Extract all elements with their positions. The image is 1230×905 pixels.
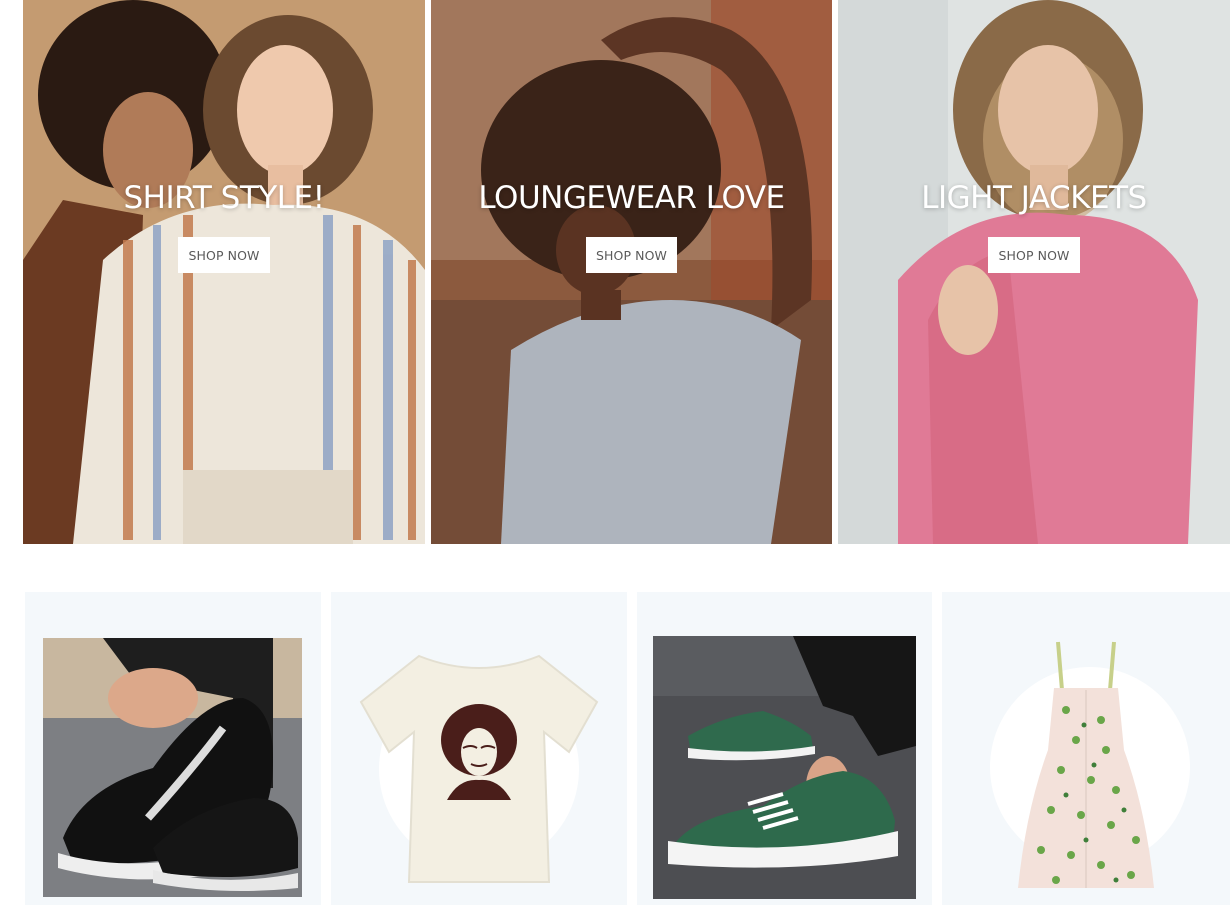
banner-title: SHIRT STYLE!	[123, 180, 325, 216]
shop-now-button[interactable]: SHOP NOW	[988, 237, 1080, 273]
product-image-floral-dress[interactable]	[1016, 640, 1156, 892]
banner-title: LOUNGEWEAR LOVE	[478, 180, 785, 216]
banner-title: LIGHT JACKETS	[921, 180, 1147, 216]
product-card-green-sneakers[interactable]	[637, 592, 932, 905]
banner-shirt-style[interactable]: SHIRT STYLE! SHOP NOW	[23, 0, 425, 544]
banner-light-jackets[interactable]: LIGHT JACKETS SHOP NOW	[838, 0, 1230, 544]
product-image-green-sneakers[interactable]	[653, 636, 916, 899]
product-card-floral-dress[interactable]	[942, 592, 1230, 905]
product-image-graphic-tshirt[interactable]	[359, 652, 599, 884]
product-card-graphic-tshirt[interactable]	[331, 592, 627, 905]
shop-now-button[interactable]: SHOP NOW	[178, 237, 270, 273]
banner-overlay: LOUNGEWEAR LOVE SHOP NOW	[431, 178, 832, 273]
page: SHIRT STYLE! SHOP NOW LOUNGEWEAR LOVE SH…	[0, 0, 1230, 905]
banner-loungewear-love[interactable]: LOUNGEWEAR LOVE SHOP NOW	[431, 0, 832, 544]
product-card-black-sneakers[interactable]	[25, 592, 321, 905]
product-image-black-sneakers[interactable]	[43, 638, 302, 897]
banner-overlay: LIGHT JACKETS SHOP NOW	[838, 178, 1230, 273]
shop-now-button[interactable]: SHOP NOW	[585, 237, 678, 273]
banner-overlay: SHIRT STYLE! SHOP NOW	[23, 178, 425, 273]
